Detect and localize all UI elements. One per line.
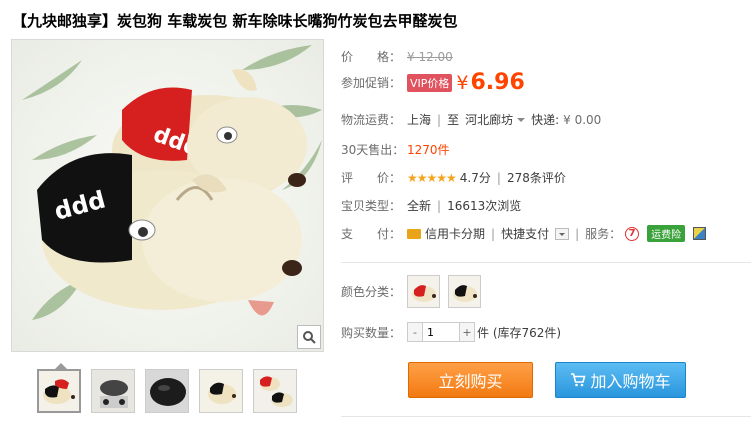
promo-label: 参加促销： bbox=[341, 76, 402, 90]
thumbnail-2[interactable] bbox=[91, 369, 135, 413]
price-row: 价 格： ¥ 12.00 bbox=[341, 48, 453, 65]
chevron-down-icon[interactable] bbox=[517, 117, 526, 122]
rating-row: 评 价： ★★★★★ 4.7分 | 278条评价 bbox=[341, 169, 566, 186]
service-extra-icon[interactable] bbox=[693, 227, 707, 240]
promo-price: 6.96 bbox=[470, 70, 525, 95]
item-type-label: 宝贝类型： bbox=[341, 199, 402, 213]
magnifier-icon bbox=[303, 331, 316, 344]
rating-stars: ★★★★★ bbox=[407, 170, 457, 185]
payment-label: 支 付： bbox=[341, 227, 402, 241]
product-photo: ddd ddd bbox=[12, 40, 323, 351]
promo-currency: ¥ bbox=[456, 71, 469, 94]
item-views: 16613次浏览 bbox=[447, 199, 522, 213]
add-to-cart-label: 加入购物车 bbox=[590, 372, 671, 391]
shipping-insurance-badge[interactable]: 运费险 bbox=[647, 225, 686, 242]
quantity-stepper: - + bbox=[407, 322, 475, 342]
color-label: 颜色分类： bbox=[341, 285, 402, 299]
buy-now-button[interactable]: 立刻购买 bbox=[408, 362, 533, 398]
payment-row: 支 付： 信用卡分期 | 快捷支付 | 服务： 7 运费险 bbox=[341, 225, 707, 242]
properties-divider bbox=[341, 262, 751, 263]
sales-count: 1270件 bbox=[407, 143, 450, 157]
thumbnail-1[interactable] bbox=[37, 369, 81, 413]
sales-label: 30天售出： bbox=[341, 143, 405, 157]
seven-day-return-icon[interactable]: 7 bbox=[625, 226, 640, 241]
zoom-button[interactable] bbox=[297, 325, 321, 349]
rating-score: 4.7分 bbox=[459, 171, 491, 185]
quantity-row: 购买数量： - + 件 (库存762件) bbox=[341, 322, 561, 342]
shipping-method: 快递: bbox=[531, 113, 560, 127]
item-type-row: 宝贝类型： 全新 | 16613次浏览 bbox=[341, 197, 521, 214]
payment-quick: 快捷支付 bbox=[501, 227, 550, 241]
thumbnail-5[interactable] bbox=[253, 369, 297, 413]
item-condition: 全新 bbox=[407, 199, 432, 213]
quantity-increase-button[interactable]: + bbox=[460, 323, 474, 341]
shipping-separator: | bbox=[437, 112, 442, 127]
shipping-row: 物流运费： 上海 | 至 河北廊坊 快递: ¥ 0.00 bbox=[341, 111, 601, 128]
promo-row: 参加促销： VIP价格 ¥ 6.96 bbox=[341, 70, 525, 95]
thumbnail-4[interactable] bbox=[199, 369, 243, 413]
quantity-stock: 件 (库存762件) bbox=[477, 325, 562, 340]
payment-separator: | bbox=[491, 226, 496, 241]
add-to-cart-button[interactable]: 加入购物车 bbox=[555, 362, 686, 398]
color-swatch-red[interactable] bbox=[407, 275, 440, 308]
color-swatch-black[interactable] bbox=[448, 275, 481, 308]
payment-dropdown-icon[interactable] bbox=[555, 227, 570, 240]
payment-credit: 信用卡分期 bbox=[425, 227, 486, 241]
color-row: 颜色分类： bbox=[341, 275, 489, 308]
main-product-image[interactable]: ddd ddd bbox=[11, 39, 324, 352]
sales-row: 30天售出： 1270件 bbox=[341, 141, 450, 158]
item-type-separator: | bbox=[437, 198, 442, 213]
cart-icon bbox=[571, 373, 587, 387]
quantity-decrease-button[interactable]: - bbox=[408, 323, 422, 341]
shipping-to: 至 bbox=[447, 113, 460, 127]
service-label: 服务： bbox=[585, 227, 622, 241]
product-title: 【九块邮独享】炭包狗 车载炭包 新车除味长嘴狗竹炭包去甲醛炭包 bbox=[12, 12, 458, 30]
bottom-divider bbox=[341, 416, 751, 417]
service-separator: | bbox=[575, 226, 580, 241]
shipping-label: 物流运费： bbox=[341, 113, 402, 127]
shipping-origin: 上海 bbox=[407, 113, 432, 127]
shipping-destination[interactable]: 河北廊坊 bbox=[465, 111, 513, 128]
vip-price-tag: VIP价格 bbox=[407, 73, 453, 92]
thumbnail-3[interactable] bbox=[145, 369, 189, 413]
quantity-input[interactable] bbox=[422, 323, 460, 341]
rating-reviews[interactable]: 278条评价 bbox=[507, 169, 566, 186]
shipping-cost: ¥ 0.00 bbox=[563, 112, 602, 127]
rating-separator: | bbox=[496, 170, 501, 185]
quantity-label: 购买数量： bbox=[341, 325, 402, 340]
buy-now-label: 立刻购买 bbox=[438, 372, 503, 391]
credit-card-icon bbox=[407, 228, 421, 239]
thumbnail-strip bbox=[37, 369, 297, 413]
rating-label: 评 价： bbox=[341, 171, 402, 185]
original-price: ¥ 12.00 bbox=[407, 49, 453, 64]
price-label: 价 格： bbox=[341, 50, 402, 64]
